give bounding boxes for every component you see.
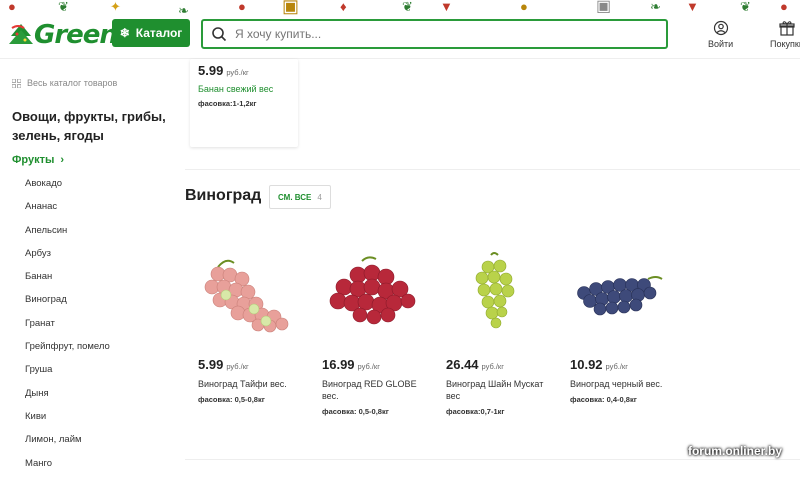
subcategory-item[interactable]: Груша [25,363,110,386]
subcategory-item[interactable]: Банан [25,270,110,293]
product-info: 5.99 руб./кг Виноград Тайфи вес. фасовка… [198,357,308,404]
user-icon [713,20,728,36]
subcategory-item[interactable]: Апельсин [25,224,110,247]
active-category-label: Фрукты [12,154,55,166]
ornament-icon: ▼ [440,0,453,14]
active-category[interactable]: Фрукты › [12,154,64,166]
product-name[interactable]: Виноград RED GLOBE вес. [322,378,432,402]
product-pack: фасовка:0,7-1кг [446,407,505,416]
ornament-icon: ▼ [686,0,699,14]
price-row: 10.92 руб./кг [570,357,680,372]
all-catalog-label: Весь каталог товаров [27,78,118,88]
search-bar[interactable] [201,19,668,49]
product-price: 16.99 [322,357,355,372]
gift-bag-icon [779,21,795,36]
product-card[interactable]: 5.99 руб./кг Виноград Тайфи вес. фасовка… [198,249,308,404]
price-unit: руб./кг [481,362,504,371]
leaf-icon: ❦ [402,0,413,14]
divider [185,169,800,170]
bell-icon: ♦ [340,0,347,14]
subcategory-item[interactable]: Авокадо [25,177,110,200]
ornament-icon: ● [520,0,528,14]
leaf-icon: ❦ [58,0,69,14]
search-icon [212,27,227,42]
product-card[interactable]: 5.99 руб./кг Банан свежий вес фасовка:1-… [190,59,298,147]
cart-label: Покупки [770,39,800,49]
leaf-icon: ❦ [740,0,751,14]
logo-text: Green [34,20,118,50]
category-title: Овощи, фрукты, грибы, зелень, ягоды [12,109,166,143]
see-all-label: СМ. ВСЕ [278,192,312,202]
product-price: 5.99 [198,63,224,78]
main-content: 5.99 руб./кг Банан свежий вес фасовка:1-… [185,59,800,472]
chevron-right-icon: › [60,154,65,166]
see-all-count: 4 [317,192,322,202]
product-card[interactable]: 26.44 руб./кг Виноград Шайн Мускат вес ф… [446,249,556,416]
product-price: 26.44 [446,357,479,372]
logo[interactable]: Green [8,20,118,50]
product-pack: фасовка: 0,5-0,8кг [198,395,265,404]
ornament-icon: ● [238,0,246,14]
ornament-icon: ● [8,0,16,14]
sidebar: Весь каталог товаров Овощи, фрукты, гриб… [0,59,175,472]
product-pack: фасовка:1-1,2кг [198,99,257,108]
watermark: forum.onliner.by [687,444,782,458]
search-input[interactable] [233,26,637,42]
product-info: 10.92 руб./кг Виноград черный вес. фасов… [570,357,680,404]
price-unit: руб./кг [605,362,628,371]
price-row: 26.44 руб./кг [446,357,556,372]
login-button[interactable]: Войти [708,20,733,49]
subcategory-list: Авокадо Ананас Апельсин Арбуз Банан Вино… [25,177,110,480]
logo-tree-icon [9,24,33,44]
subcategory-item[interactable]: Киви [25,410,110,433]
product-price: 5.99 [198,357,224,372]
product-pack: фасовка: 0,5-0,8кг [322,407,389,416]
product-price: 10.92 [570,357,603,372]
divider [185,459,800,460]
catalog-button[interactable]: ❄ Каталог [112,19,190,47]
gift-icon: ▣ [282,0,300,16]
price-row: 16.99 руб./кг [322,357,432,372]
product-name[interactable]: Виноград черный вес. [570,378,680,390]
subcategory-item[interactable]: Гранат [25,317,110,340]
product-info: 26.44 руб./кг Виноград Шайн Мускат вес ф… [446,357,556,416]
subcategory-item[interactable]: Виноград [25,293,110,316]
price-unit: руб./кг [226,362,249,371]
leaf-icon: ❧ [650,0,661,14]
grape-black-icon [577,276,663,316]
product-name[interactable]: Банан свежий вес [198,84,298,94]
leaf-icon: ❧ [178,3,189,18]
section-title: Виноград [185,187,262,204]
bell-icon: ✦ [110,0,121,14]
product-info: 16.99 руб./кг Виноград RED GLOBE вес. фа… [322,357,432,416]
price-row: 5.99 руб./кг [198,357,308,372]
cart-button[interactable]: Покупки [770,20,800,49]
product-card[interactable]: 16.99 руб./кг Виноград RED GLOBE вес. фа… [322,249,432,416]
price-row: 5.99 руб./кг [198,63,298,78]
snowflake-icon: ❄ [119,26,130,40]
subcategory-item[interactable]: Лимон, лайм [25,433,110,456]
product-card[interactable]: 10.92 руб./кг Виноград черный вес. фасов… [570,249,680,404]
catalog-button-label: Каталог [135,26,183,40]
grape-red-icon [329,256,416,325]
product-pack: фасовка: 0,4-0,8кг [570,395,637,404]
price-unit: руб./кг [357,362,380,371]
subcategory-item[interactable]: Арбуз [25,247,110,270]
subcategory-item[interactable]: Дыня [25,387,110,410]
gift-icon: ▣ [596,0,612,15]
subcategory-item[interactable]: Грейпфрут, помело [25,340,110,363]
grid-icon [12,78,21,88]
ornament-icon: ● [780,0,788,14]
grape-pink-icon [204,259,289,333]
login-label: Войти [708,39,734,49]
price-unit: руб./кг [226,68,249,77]
subcategory-item[interactable]: Манго [25,457,110,480]
subcategory-item[interactable]: Ананас [25,200,110,223]
product-name[interactable]: Виноград Тайфи вес. [198,378,308,390]
all-catalog-link[interactable]: Весь каталог товаров [12,78,117,88]
product-name[interactable]: Виноград Шайн Мускат вес [446,378,556,402]
grape-green-icon [475,252,515,329]
see-all-button[interactable]: СМ. ВСЕ 4 [269,185,331,209]
header: ● ❦ ✦ ❧ ● ▣ ♦ ❦ ▼ ● ▣ ❧ ▼ ❦ ● Green ❄ Ка… [0,0,800,59]
